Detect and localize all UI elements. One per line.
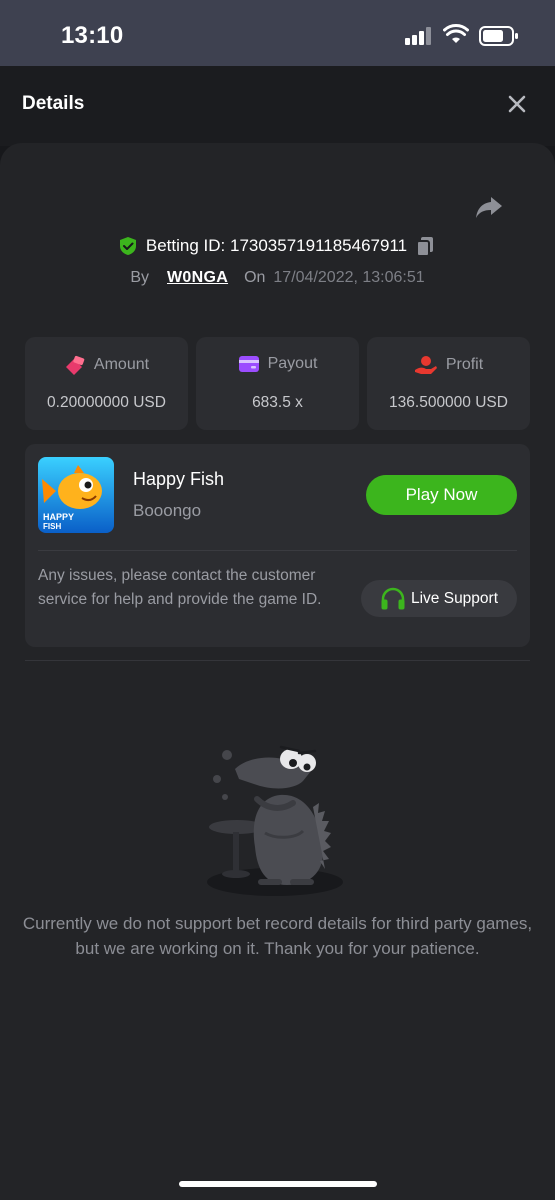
bet-datetime: 17/04/2022, 13:06:51 xyxy=(273,269,425,286)
by-label: By xyxy=(130,269,149,286)
thumb-title-text: HAPPY xyxy=(43,512,74,522)
amount-stat: Amount 0.20000000 USD xyxy=(25,337,188,430)
game-name: Happy Fish xyxy=(133,469,225,489)
payout-stat: Payout 683.5 x xyxy=(196,337,359,430)
amount-label: Amount xyxy=(93,356,150,373)
cellular-signal-icon xyxy=(405,27,431,45)
wallet-card-icon xyxy=(238,356,259,372)
play-now-button[interactable]: Play Now xyxy=(366,475,517,515)
betting-id: Betting ID: 1730357191185467911 xyxy=(145,236,408,255)
profit-label: Profit xyxy=(445,356,484,373)
unsupported-notice: Currently we do not support bet record d… xyxy=(22,914,533,958)
betting-id-row: Betting ID: 1730357191185467911 xyxy=(0,234,555,258)
crocodile-mascot-illustration xyxy=(207,745,343,896)
support-hint-text: Any issues, please contact the customer … xyxy=(38,567,322,608)
details-sheet xyxy=(0,143,555,1200)
copy-icon[interactable] xyxy=(415,235,437,257)
profit-value: 136.500000 USD xyxy=(389,394,508,411)
svg-text:FISH: FISH xyxy=(43,522,61,531)
details-header: Details xyxy=(0,66,555,146)
battery-icon xyxy=(479,26,518,46)
status-bar: 13:10 xyxy=(0,0,555,66)
game-thumbnail[interactable]: HAPPY FISH xyxy=(38,457,114,533)
live-support-button[interactable]: Live Support xyxy=(361,580,517,617)
status-time: 13:10 xyxy=(61,22,124,49)
game-card: HAPPY FISH Happy Fish Booongo Play Now A… xyxy=(25,444,530,647)
card-divider xyxy=(38,550,517,551)
shield-check-icon xyxy=(119,237,136,255)
happy-fish-thumbnail-image: HAPPY FISH xyxy=(38,457,114,533)
bettor-row: By W0NGA On 17/04/2022, 13:06:51 xyxy=(0,267,555,289)
payout-label: Payout xyxy=(267,355,318,372)
username-link[interactable]: W0NGA xyxy=(167,269,228,287)
payout-value: 683.5 x xyxy=(252,394,303,411)
live-support-label: Live Support xyxy=(410,589,499,607)
page-title: Details xyxy=(22,93,85,114)
profit-stat: Profit 136.500000 USD xyxy=(367,337,530,430)
amount-value: 0.20000000 USD xyxy=(47,394,166,411)
share-icon[interactable] xyxy=(474,195,504,221)
headset-icon xyxy=(381,587,405,609)
hand-coin-icon xyxy=(414,356,437,374)
money-icon xyxy=(65,355,85,375)
wifi-icon xyxy=(443,24,469,43)
on-label: On xyxy=(244,269,266,286)
section-divider xyxy=(25,660,530,661)
close-icon[interactable] xyxy=(505,92,529,116)
home-indicator[interactable] xyxy=(179,1181,377,1187)
game-provider: Booongo xyxy=(133,501,202,520)
